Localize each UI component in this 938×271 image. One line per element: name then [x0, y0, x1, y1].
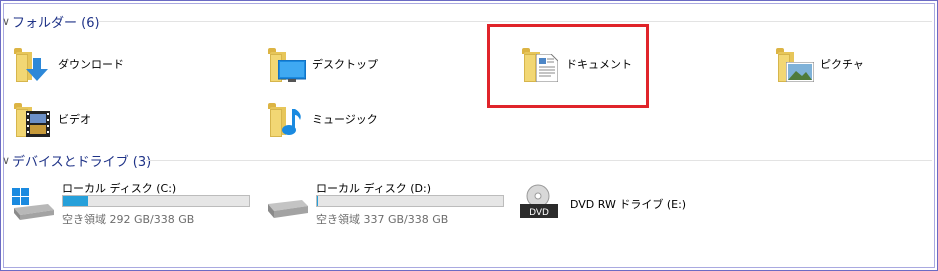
desktop-folder-icon	[266, 44, 306, 84]
drives-section-title: デバイスとドライブ (3)	[12, 154, 152, 170]
folder-label: ピクチャ	[820, 58, 864, 71]
window-frame	[0, 0, 938, 271]
highlight-box	[487, 24, 649, 108]
dvd-drive-icon: DVD	[520, 184, 558, 218]
folders-section-header[interactable]: ∨ フォルダー (6)	[0, 12, 936, 31]
section-divider	[146, 160, 932, 161]
drive-free-space: 空き領域 337 GB/338 GB	[316, 213, 449, 226]
windows-drive-icon	[12, 188, 54, 220]
drive-usage-bar	[316, 195, 504, 207]
folder-item-music[interactable]: ミュージック	[266, 99, 378, 139]
folder-label: ビデオ	[58, 113, 91, 126]
videos-folder-icon	[12, 99, 52, 139]
folder-label: ダウンロード	[58, 58, 124, 71]
folder-label: デスクトップ	[312, 58, 378, 71]
folder-item-downloads[interactable]: ダウンロード	[12, 44, 124, 84]
drive-label: ローカル ディスク (D:)	[316, 182, 431, 195]
folder-label: ミュージック	[312, 113, 378, 126]
folder-item-pictures[interactable]: ピクチャ	[774, 44, 864, 84]
chevron-down-icon[interactable]: ∨	[0, 12, 12, 30]
pictures-folder-icon	[774, 44, 814, 84]
drive-label: ローカル ディスク (C:)	[62, 182, 177, 195]
music-folder-icon	[266, 99, 306, 139]
drive-free-space: 空き領域 292 GB/338 GB	[62, 213, 195, 226]
drive-item-c[interactable]: ローカル ディスク (C:) 空き領域 292 GB/338 GB	[8, 180, 252, 226]
drive-usage-bar	[62, 195, 250, 207]
section-divider	[98, 21, 932, 22]
dvd-badge: DVD	[529, 208, 549, 218]
folder-item-desktop[interactable]: デスクトップ	[266, 44, 378, 84]
drive-usage-fill	[317, 196, 318, 206]
folders-section-title: フォルダー (6)	[12, 15, 100, 31]
chevron-down-icon[interactable]: ∨	[0, 151, 12, 169]
drive-label: DVD RW ドライブ (E:)	[570, 198, 687, 211]
drives-section-header[interactable]: ∨ デバイスとドライブ (3)	[0, 151, 936, 170]
downloads-folder-icon	[12, 44, 52, 84]
drive-item-e[interactable]: DVD DVD RW ドライブ (E:)	[516, 180, 756, 226]
drive-icon	[268, 200, 308, 218]
folder-item-videos[interactable]: ビデオ	[12, 99, 91, 139]
window-frame-inner	[3, 3, 935, 268]
drive-item-d[interactable]: ローカル ディスク (D:) 空き領域 337 GB/338 GB	[262, 180, 506, 226]
drive-usage-fill	[63, 196, 89, 206]
